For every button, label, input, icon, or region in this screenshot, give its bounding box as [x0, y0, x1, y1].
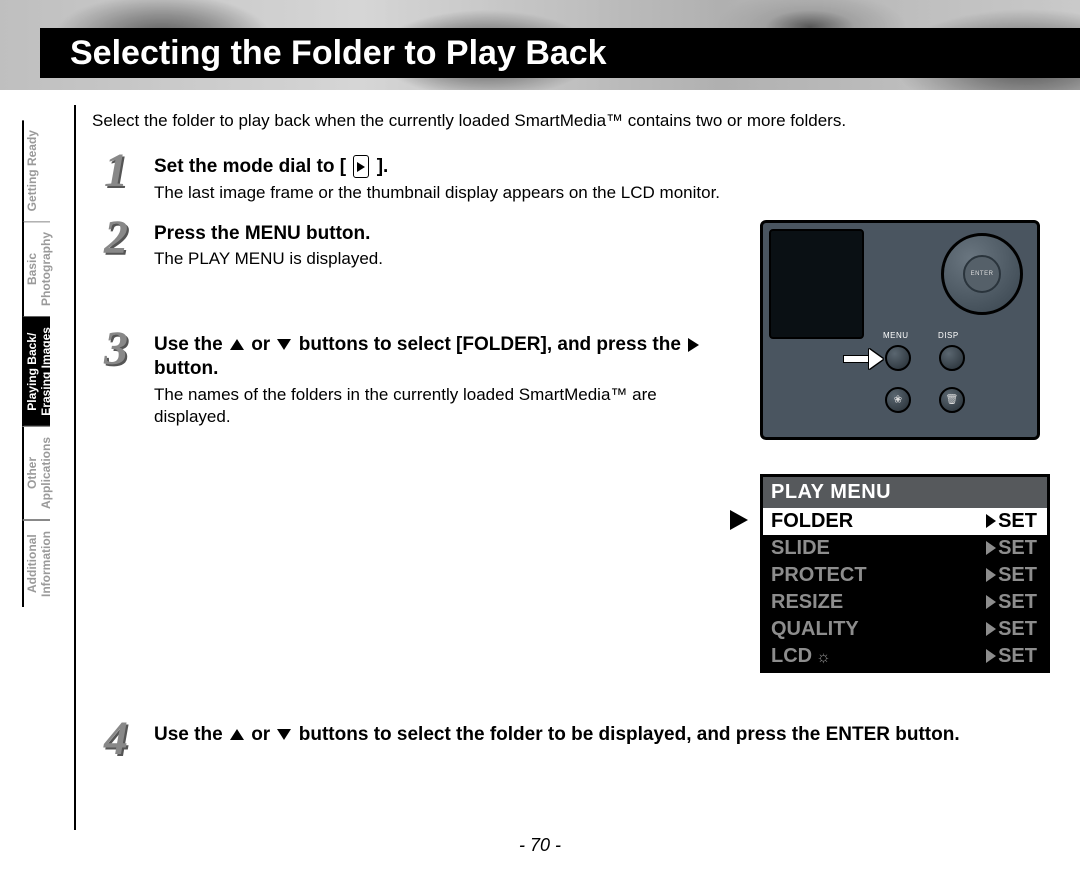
- step-1: 1 Set the mode dial to [ ]. The last ima…: [92, 149, 1050, 204]
- disp-label: DISP: [938, 331, 959, 340]
- step-3-title-c: buttons to select [FOLDER], and press th…: [299, 334, 686, 355]
- macro-button-icon: ❀: [885, 387, 911, 413]
- play-menu-row: FOLDER SET: [763, 508, 1047, 535]
- menu-button-icon: [885, 345, 911, 371]
- intro-text: Select the folder to play back when the …: [92, 111, 1050, 131]
- side-tab: Additional Information: [22, 520, 50, 607]
- step-2-row: 2 Press the MENU button. The PLAY MENU i…: [92, 216, 1050, 673]
- step-3-desc: The names of the folders in the currentl…: [154, 384, 736, 428]
- step-3-title-d: button.: [154, 358, 218, 379]
- figure-column: ENTER MENU DISP ❀ 🗑 PLAY MENU: [760, 216, 1050, 673]
- trash-button-icon: 🗑: [939, 387, 965, 413]
- right-triangle-icon: [986, 568, 996, 582]
- set-label: SET: [998, 591, 1037, 614]
- side-tab: Basic Photography: [22, 222, 50, 317]
- step-2-title: Press the MENU button.: [154, 222, 736, 247]
- step-2-desc: The PLAY MENU is displayed.: [154, 248, 736, 270]
- side-tab: Getting Ready: [22, 120, 50, 222]
- step-number-icon: 1: [92, 149, 140, 192]
- step-1-desc: The last image frame or the thumbnail di…: [154, 182, 1050, 204]
- right-triangle-icon: [986, 622, 996, 636]
- up-arrow-icon: [230, 339, 244, 350]
- play-menu-row-set: SET: [986, 645, 1037, 668]
- play-menu-row: PROTECT SET: [763, 562, 1047, 589]
- right-triangle-icon: [986, 541, 996, 555]
- play-menu-row-label: LCD☼: [771, 645, 831, 668]
- play-menu-row-label: SLIDE: [771, 537, 830, 560]
- side-tabs: Getting ReadyBasic PhotographyPlaying Ba…: [22, 120, 50, 607]
- step-1-title-post: ].: [377, 156, 389, 177]
- play-menu-row-set: SET: [986, 618, 1037, 641]
- right-triangle-icon: [986, 514, 996, 528]
- step-4-title-c: buttons to select the folder to be displ…: [299, 724, 960, 745]
- set-label: SET: [998, 645, 1037, 668]
- step-4-title-b: or: [251, 724, 275, 745]
- set-label: SET: [998, 618, 1037, 641]
- title-bar: Selecting the Folder to Play Back: [40, 28, 1080, 78]
- step-number-icon: 3: [92, 327, 140, 370]
- step-1-title-pre: Set the mode dial to [: [154, 156, 351, 177]
- pointer-arrow-icon: [843, 349, 883, 369]
- step-4-title-a: Use the: [154, 724, 228, 745]
- step-3-title: Use the or buttons to select [FOLDER], a…: [154, 333, 736, 382]
- camera-back-figure: ENTER MENU DISP ❀ 🗑: [760, 220, 1040, 440]
- play-menu-row: RESIZE SET: [763, 589, 1047, 616]
- play-menu-row-set: SET: [986, 537, 1037, 560]
- camera-nav-dial: ENTER: [941, 233, 1023, 315]
- side-tab: Other Applications: [22, 427, 50, 520]
- enter-button: ENTER: [963, 255, 1001, 293]
- play-menu-figure: PLAY MENU FOLDERSETSLIDESETPROTECTSETRES…: [760, 474, 1050, 673]
- step-1-title: Set the mode dial to [ ].: [154, 155, 1050, 180]
- menu-label: MENU: [883, 331, 909, 340]
- set-label: SET: [998, 537, 1037, 560]
- camera-body: ENTER MENU DISP ❀ 🗑: [760, 220, 1040, 440]
- step-4-title: Use the or buttons to select the folder …: [154, 723, 1050, 748]
- step-number-icon: 4: [92, 717, 140, 760]
- step-3: 3 Use the or buttons to select [FOLDER],…: [92, 327, 736, 429]
- down-arrow-icon: [277, 729, 291, 740]
- play-menu-row-label: RESIZE: [771, 591, 843, 614]
- step-number-icon: 2: [92, 216, 140, 259]
- down-arrow-icon: [277, 339, 291, 350]
- step-4: 4 Use the or buttons to select the folde…: [92, 717, 1050, 760]
- play-menu-row-label: PROTECT: [771, 564, 867, 587]
- play-menu-row-label: FOLDER: [771, 510, 853, 533]
- content-area: Select the folder to play back when the …: [74, 105, 1050, 830]
- play-menu-row: SLIDE SET: [763, 535, 1047, 562]
- play-menu-row-label: QUALITY: [771, 618, 859, 641]
- page-number: - 70 -: [0, 835, 1080, 856]
- brightness-icon: ☼: [816, 649, 831, 666]
- page-title: Selecting the Folder to Play Back: [70, 34, 607, 73]
- play-menu-rows: FOLDERSETSLIDESETPROTECTSETRESIZESETQUAL…: [763, 508, 1047, 670]
- disp-button-icon: [939, 345, 965, 371]
- play-menu-header: PLAY MENU: [763, 477, 1047, 508]
- side-tab: Playing Back/ Erasing Images: [22, 317, 50, 427]
- play-menu-row-set: SET: [986, 591, 1037, 614]
- set-label: SET: [998, 564, 1037, 587]
- right-triangle-icon: [986, 595, 996, 609]
- right-arrow-icon: [688, 338, 699, 352]
- play-menu-row: LCD☼ SET: [763, 643, 1047, 670]
- up-arrow-icon: [230, 729, 244, 740]
- step-3-title-b: or: [251, 334, 275, 355]
- camera-lcd: [769, 229, 864, 339]
- playback-mode-icon: [353, 155, 369, 178]
- play-menu-row: QUALITY SET: [763, 616, 1047, 643]
- play-menu-box: PLAY MENU FOLDERSETSLIDESETPROTECTSETRES…: [760, 474, 1050, 673]
- step-3-title-a: Use the: [154, 334, 228, 355]
- set-label: SET: [998, 510, 1037, 533]
- step-2: 2 Press the MENU button. The PLAY MENU i…: [92, 216, 736, 271]
- play-menu-row-set: SET: [986, 564, 1037, 587]
- right-triangle-icon: [986, 649, 996, 663]
- menu-pointer-arrow-icon: [730, 510, 748, 530]
- play-menu-row-set: SET: [986, 510, 1037, 533]
